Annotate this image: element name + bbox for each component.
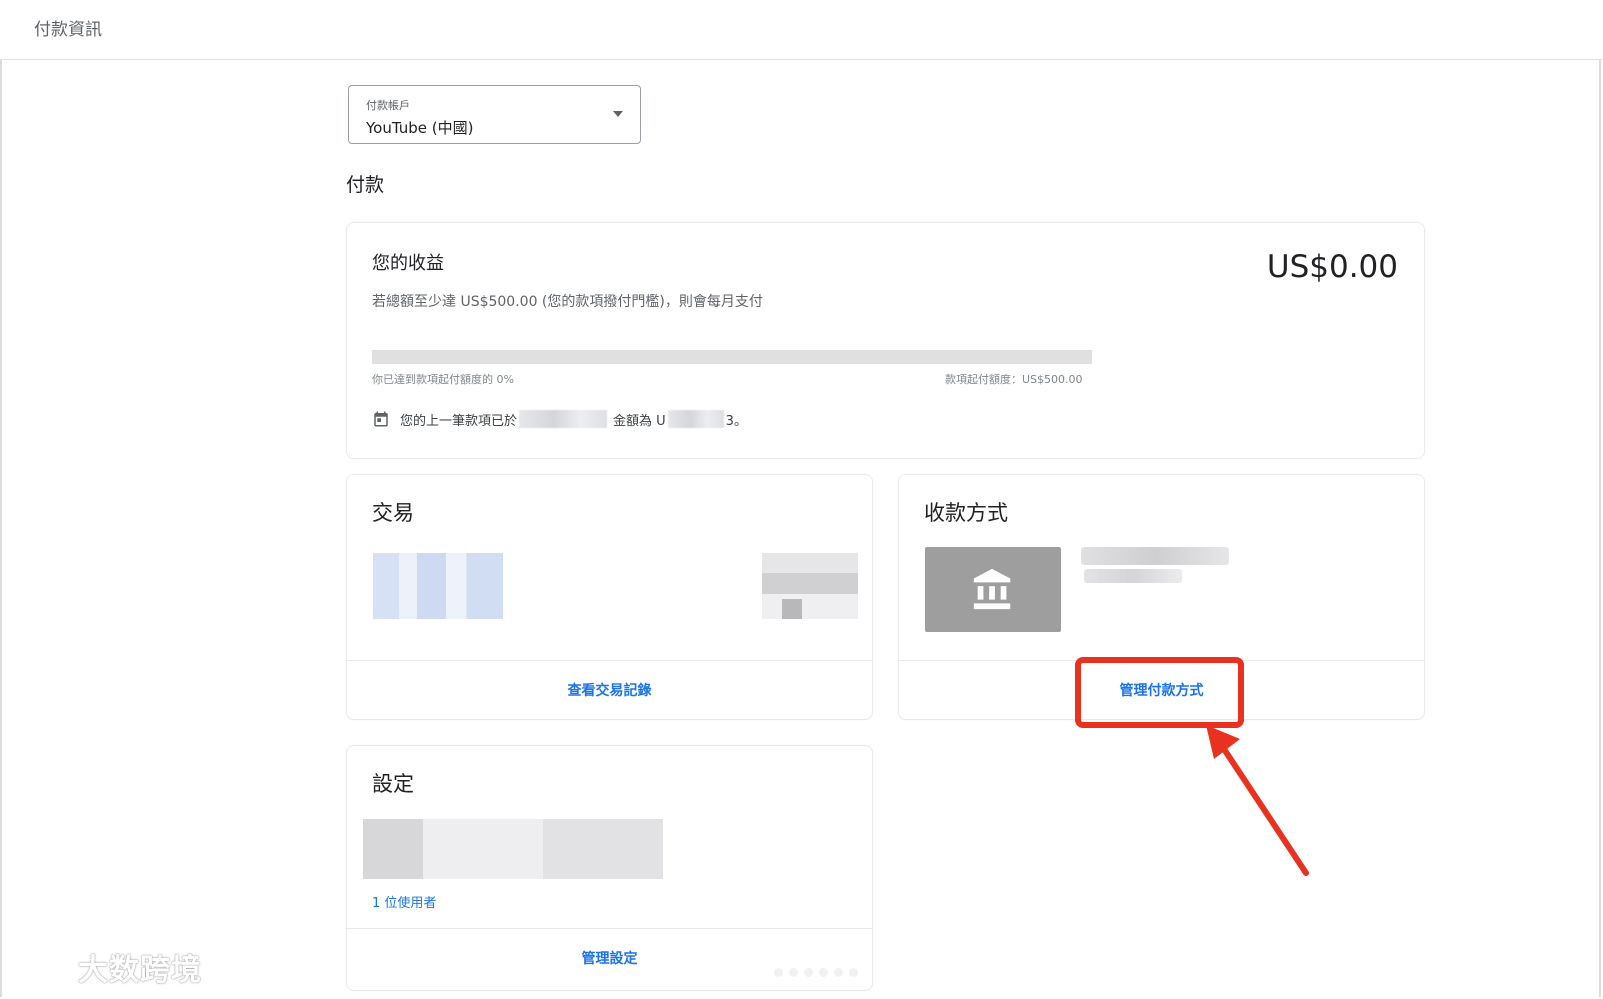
bank-account-tile [925,547,1061,632]
payment-account-value: YouTube (中國) [366,119,474,137]
annotation-arrow-icon [1206,725,1309,876]
payout-progress-bar [372,350,1092,364]
redacted-bank-name [1081,547,1229,565]
payout-threshold-label: 款項起付額度：US$500.00 [945,373,1083,386]
watermark-text: 大数跨境 [78,953,202,988]
progress-status-label: 你已達到款項起付額度的 0% [372,373,514,386]
section-title: 付款 [346,174,385,196]
transactions-title: 交易 [372,501,414,525]
page-title: 付款資訊 [34,20,102,40]
card-divider [347,660,872,661]
transactions-card: 交易 查看交易記錄 [346,474,873,720]
dropdown-caret-icon [613,111,623,117]
redacted-amount [667,410,724,428]
view-transactions-link[interactable]: 查看交易記錄 [347,680,872,700]
redacted-date [519,410,608,428]
highlight-box [1075,657,1244,728]
users-link[interactable]: 1 位使用者 [372,892,436,911]
earnings-card: 您的收益 US$0.00 若總額至少達 US$500.00 (您的款項撥付門檻)… [346,222,1425,459]
settings-title: 設定 [372,772,414,796]
redacted-transaction-info [373,553,503,619]
manage-settings-link[interactable]: 管理設定 [347,948,872,968]
earnings-amount: US$0.00 [1266,249,1398,285]
payment-methods-title: 收款方式 [924,501,1008,525]
top-bar: 付款資訊 [0,0,1603,60]
card-divider [347,928,872,929]
payment-account-select[interactable]: 付款帳戶 YouTube (中國) [348,85,641,144]
last-payment-middle: 金額為 U [613,413,666,429]
redacted-bank-number [1084,569,1182,583]
redacted-transaction-amount [762,553,858,619]
last-payment-row: 您的上一筆款項已於 金額為 U 3。 [372,408,747,430]
earnings-title: 您的收益 [372,253,444,274]
faint-dots [774,968,858,977]
payment-methods-card: 收款方式 管理付款方式 [898,474,1425,728]
bank-icon [973,568,1011,609]
settings-card: 設定 1 位使用者 管理設定 [346,745,873,991]
calendar-icon [374,411,388,427]
earnings-description: 若總額至少達 US$500.00 (您的款項撥付門檻)，則會每月支付 [372,294,763,310]
last-payment-suffix: 3。 [725,413,747,429]
last-payment-prefix: 您的上一筆款項已於 [400,413,518,429]
watermark: 大数跨境 [10,947,202,988]
watermark-logo-icon [12,953,69,984]
redacted-settings-info [363,819,663,879]
payment-account-label: 付款帳戶 [366,99,410,112]
